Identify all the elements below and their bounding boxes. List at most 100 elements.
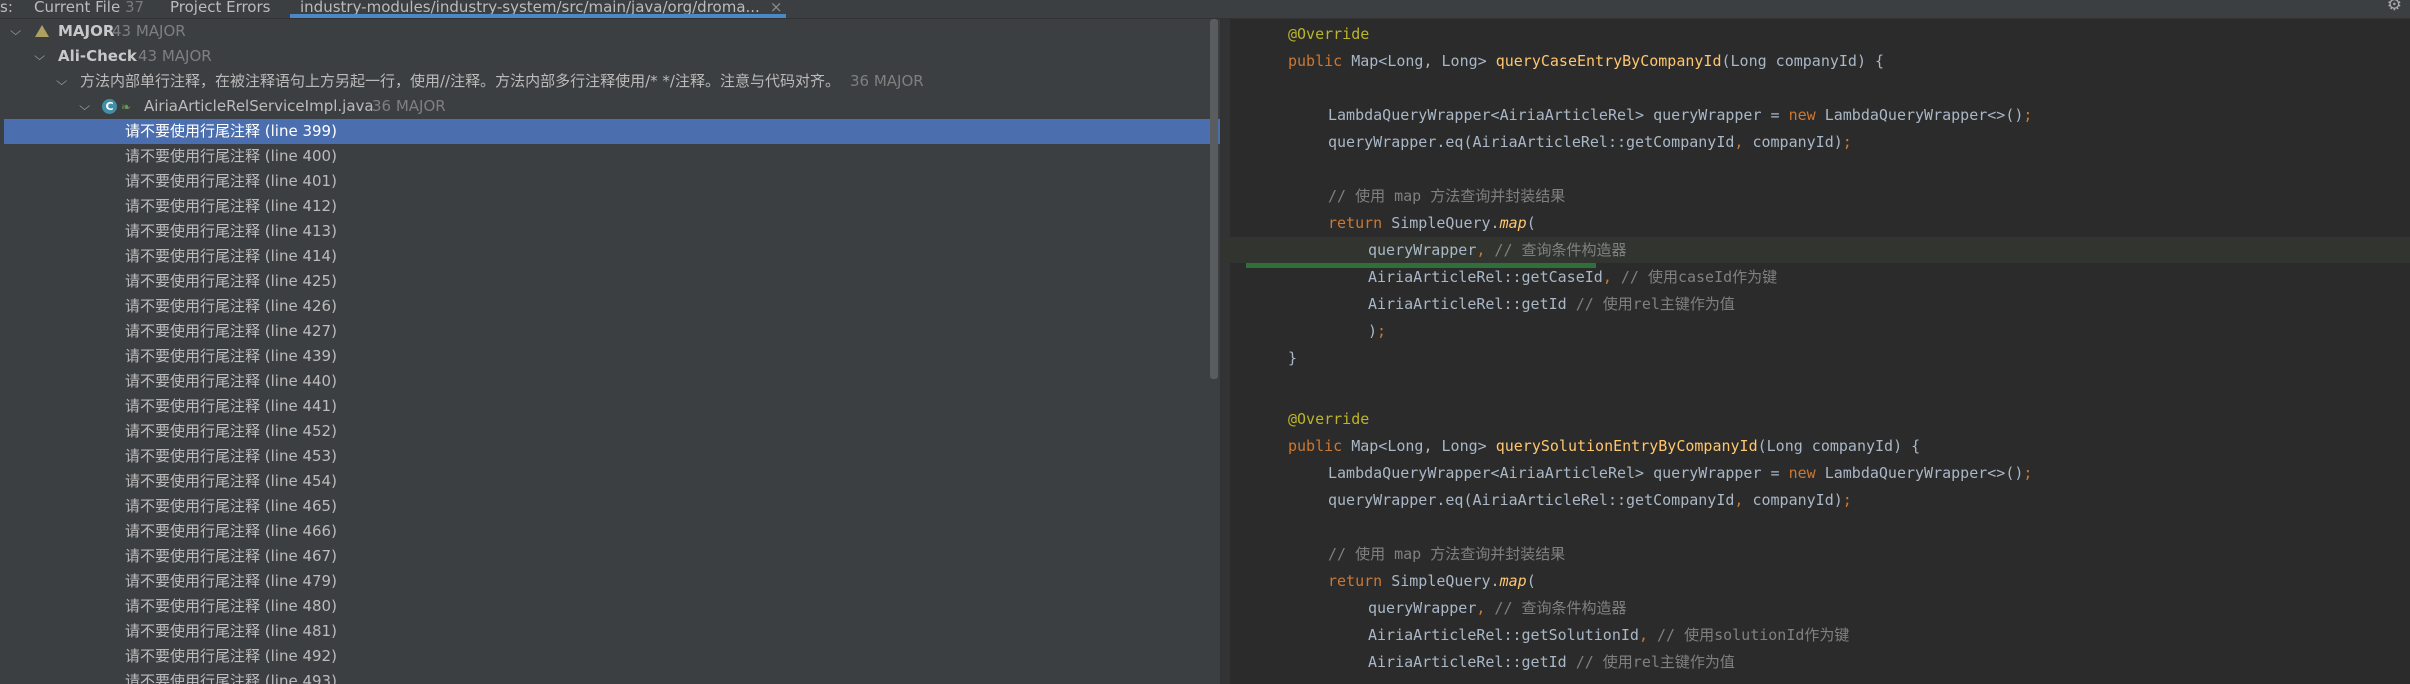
code-semicolon: ; — [2023, 464, 2033, 482]
issue-item[interactable]: 请不要使用行尾注释 (line 401) — [0, 169, 1220, 194]
tab-active-file-path[interactable]: industry-modules/industry-system/src/mai… — [300, 0, 782, 15]
gear-icon[interactable]: ⚙ — [2387, 0, 2402, 14]
code-line[interactable]: } — [1222, 345, 2410, 371]
code-method-name: map — [1499, 572, 1527, 590]
issue-item[interactable]: 请不要使用行尾注释 (line 413) — [0, 219, 1220, 244]
code-text: LambdaQueryWrapper<>() — [1815, 106, 2024, 124]
issue-item[interactable]: 请不要使用行尾注释 (line 452) — [0, 419, 1220, 444]
code-text: AiriaArticleRel::getId — [1368, 653, 1567, 671]
inspection-results-tree[interactable]: ⌵ MAJOR 43 MAJOR ⌵ Ali-Check 43 MAJOR ⌵ … — [0, 19, 1220, 684]
issue-label: 请不要使用行尾注释 (line 440) — [125, 372, 337, 390]
issue-item[interactable]: 请不要使用行尾注释 (line 427) — [0, 319, 1220, 344]
issue-label: 请不要使用行尾注释 (line 401) — [125, 172, 337, 190]
issue-item[interactable]: 请不要使用行尾注释 (line 454) — [0, 469, 1220, 494]
issue-item[interactable]: 请不要使用行尾注释 (line 439) — [0, 344, 1220, 369]
code-line[interactable]: AiriaArticleRel::getId // 使用rel主键作为值 — [1222, 649, 2410, 675]
issue-label: 请不要使用行尾注释 (line 427) — [125, 322, 337, 340]
code-line[interactable]: AiriaArticleRel::getCaseId, // 使用caseId作… — [1222, 264, 2410, 290]
issue-label: 请不要使用行尾注释 (line 426) — [125, 297, 337, 315]
issue-label: 请不要使用行尾注释 (line 480) — [125, 597, 337, 615]
code-comment: // 查询条件构造器 — [1485, 241, 1627, 259]
issue-item[interactable]: 请不要使用行尾注释 (line 480) — [0, 594, 1220, 619]
chevron-down-icon[interactable]: ⌵ — [34, 44, 45, 69]
issue-label: 请不要使用行尾注释 (line 439) — [125, 347, 337, 365]
code-line[interactable]: @Override — [1222, 406, 2410, 432]
code-semicolon: ; — [1842, 133, 1852, 151]
tree-node-file[interactable]: ⌵ C ❧ AiriaArticleRelServiceImpl.java 36… — [0, 94, 1220, 119]
issue-item[interactable]: 请不要使用行尾注释 (line 441) — [0, 394, 1220, 419]
code-line[interactable]: LambdaQueryWrapper<AiriaArticleRel> quer… — [1222, 102, 2410, 128]
code-comma: , — [1602, 268, 1612, 286]
vertical-scrollbar[interactable] — [1210, 19, 1218, 379]
code-line[interactable]: queryWrapper.eq(AiriaArticleRel::getComp… — [1222, 487, 2410, 513]
code-annotation: @Override — [1288, 410, 1370, 428]
code-line[interactable]: // 使用 map 方法查询并封装结果 — [1222, 541, 2410, 567]
issue-item[interactable]: 请不要使用行尾注释 (line 466) — [0, 519, 1220, 544]
code-text: companyId) — [1743, 133, 1843, 151]
code-comment: // 使用rel主键作为值 — [1566, 653, 1735, 671]
issue-item[interactable]: 请不要使用行尾注释 (line 414) — [0, 244, 1220, 269]
code-line[interactable]: queryWrapper.eq(AiriaArticleRel::getComp… — [1222, 129, 2410, 155]
tab-current-file[interactable]: Current File 37 — [34, 0, 145, 16]
code-keyword: public — [1288, 52, 1343, 70]
issue-label: 请不要使用行尾注释 (line 465) — [125, 497, 337, 515]
code-comment: // 使用rel主键作为值 — [1566, 295, 1735, 313]
tab-project-errors[interactable]: Project Errors — [170, 0, 270, 15]
issue-item[interactable]: 请不要使用行尾注释 (line 467) — [0, 544, 1220, 569]
issue-item[interactable]: 请不要使用行尾注释 (line 465) — [0, 494, 1220, 519]
issue-label: 请不要使用行尾注释 (line 414) — [125, 247, 337, 265]
issue-item[interactable]: 请不要使用行尾注释 (line 425) — [0, 269, 1220, 294]
chevron-down-icon[interactable]: ⌵ — [79, 94, 90, 119]
chevron-down-icon[interactable]: ⌵ — [56, 69, 67, 94]
code-text: queryWrapper — [1368, 599, 1477, 617]
issue-label: 请不要使用行尾注释 (line 479) — [125, 572, 337, 590]
chevron-down-icon[interactable]: ⌵ — [10, 19, 21, 44]
code-line[interactable]: return SimpleQuery.map( — [1222, 568, 2410, 594]
code-comment: // 查询条件构造器 — [1485, 599, 1627, 617]
code-text: AiriaArticleRel::getSolutionId — [1368, 626, 1639, 644]
code-line[interactable]: // 使用 map 方法查询并封装结果 — [1222, 183, 2410, 209]
code-comment: // 使用caseId作为键 — [1611, 268, 1778, 286]
issue-item[interactable]: 请不要使用行尾注释 (line 399) — [4, 119, 1220, 144]
code-line-current[interactable]: queryWrapper, // 查询条件构造器 — [1222, 237, 2410, 263]
code-comment: // 使用 map 方法查询并封装结果 — [1328, 187, 1566, 205]
code-line[interactable]: AiriaArticleRel::getId // 使用rel主键作为值 — [1222, 291, 2410, 317]
issue-item[interactable]: 请不要使用行尾注释 (line 412) — [0, 194, 1220, 219]
code-text: (Long companyId) { — [1757, 437, 1921, 455]
issue-label: 请不要使用行尾注释 (line 413) — [125, 222, 337, 240]
code-line[interactable]: public Map<Long, Long> queryCaseEntryByC… — [1222, 48, 2410, 74]
issue-item[interactable]: 请不要使用行尾注释 (line 493) — [0, 669, 1220, 684]
issue-label: 请不要使用行尾注释 (line 412) — [125, 197, 337, 215]
code-method-name: queryCaseEntryByCompanyId — [1495, 52, 1722, 70]
issue-item[interactable]: 请不要使用行尾注释 (line 400) — [0, 144, 1220, 169]
code-line[interactable]: queryWrapper, // 查询条件构造器 — [1222, 595, 2410, 621]
issue-item[interactable]: 请不要使用行尾注释 (line 426) — [0, 294, 1220, 319]
code-line[interactable]: return SimpleQuery.map( — [1222, 210, 2410, 236]
code-keyword: return — [1328, 572, 1383, 590]
issue-item[interactable]: 请不要使用行尾注释 (line 453) — [0, 444, 1220, 469]
code-editor[interactable]: @Override public Map<Long, Long> queryCa… — [1222, 19, 2410, 684]
tree-node-ali-check[interactable]: ⌵ Ali-Check 43 MAJOR — [0, 44, 1220, 69]
code-keyword: return — [1328, 214, 1383, 232]
code-keyword: new — [1788, 106, 1816, 124]
issue-item[interactable]: 请不要使用行尾注释 (line 492) — [0, 644, 1220, 669]
code-line[interactable]: @Override — [1222, 21, 2410, 47]
code-text: LambdaQueryWrapper<AiriaArticleRel> quer… — [1328, 464, 1789, 482]
code-line[interactable]: AiriaArticleRel::getSolutionId, // 使用sol… — [1222, 622, 2410, 648]
tree-node-count: 43 MAJOR — [138, 47, 212, 65]
tree-node-count: 43 MAJOR — [112, 22, 186, 40]
tree-node-label: Ali-Check — [58, 47, 137, 65]
issue-item[interactable]: 请不要使用行尾注释 (line 481) — [0, 619, 1220, 644]
tab-bar-prefix: s: — [0, 0, 13, 16]
issue-item[interactable]: 请不要使用行尾注释 (line 479) — [0, 569, 1220, 594]
code-line[interactable]: public Map<Long, Long> querySolutionEntr… — [1222, 433, 2410, 459]
issue-label: 请不要使用行尾注释 (line 454) — [125, 472, 337, 490]
issue-label: 请不要使用行尾注释 (line 492) — [125, 647, 337, 665]
issue-item[interactable]: 请不要使用行尾注释 (line 440) — [0, 369, 1220, 394]
tree-node-major[interactable]: ⌵ MAJOR 43 MAJOR — [0, 19, 1220, 44]
tab-current-file-count: 37 — [125, 0, 145, 16]
issue-label: 请不要使用行尾注释 (line 441) — [125, 397, 337, 415]
code-line[interactable]: LambdaQueryWrapper<AiriaArticleRel> quer… — [1222, 460, 2410, 486]
tree-node-rule[interactable]: ⌵ 方法内部单行注释，在被注释语句上方另起一行，使用//注释。方法内部多行注释使… — [0, 69, 1220, 94]
code-line[interactable]: ); — [1222, 318, 2410, 344]
